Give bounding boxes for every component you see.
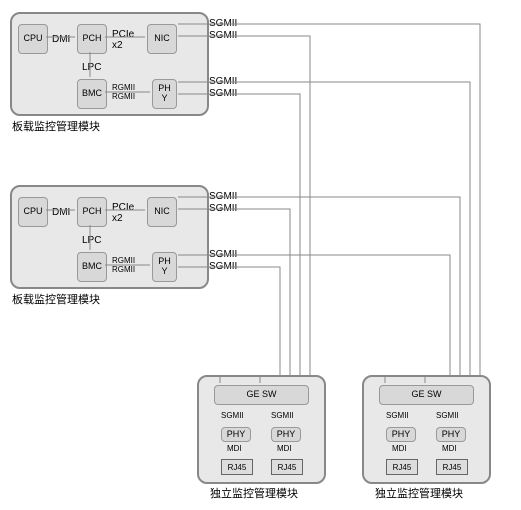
ge-sw-chip-2: GE SW: [379, 385, 474, 405]
cpu-chip: CPU: [18, 24, 48, 54]
phy-r-2: PHY: [436, 427, 466, 442]
board2-sgmii-bot1: SGMII: [209, 249, 237, 260]
rj45-r-1: RJ45: [271, 459, 303, 475]
mdi-r-2: MDI: [442, 445, 457, 454]
switch-module-1: GE SW SGMII SGMII PHY PHY MDI MDI RJ45 R…: [197, 375, 326, 484]
board1-sgmii-bot2: SGMII: [209, 88, 237, 99]
switch-2-caption: 独立监控管理模块: [375, 485, 463, 501]
board-module-1: CPU DMI PCH PCIe x2 NIC LPC BMC RGMII RG…: [10, 12, 209, 116]
phy-r-1: PHY: [271, 427, 301, 442]
cpu-chip-2: CPU: [18, 197, 48, 227]
ge-sw-chip-1: GE SW: [214, 385, 309, 405]
rgmii-label-2: RGMII RGMII: [112, 257, 135, 275]
mdi-l-1: MDI: [227, 445, 242, 454]
rj45-l-1: RJ45: [221, 459, 253, 475]
bmc-chip: BMC: [77, 79, 107, 109]
board-2-caption: 板载监控管理模块: [12, 291, 100, 307]
board1-sgmii-top2: SGMII: [209, 30, 237, 41]
sgmii-r-1: SGMII: [271, 412, 294, 421]
rj45-l-2: RJ45: [386, 459, 418, 475]
phy-l-2: PHY: [386, 427, 416, 442]
mdi-r-1: MDI: [277, 445, 292, 454]
rj45-r-2: RJ45: [436, 459, 468, 475]
board2-sgmii-top2: SGMII: [209, 203, 237, 214]
pch-chip-2: PCH: [77, 197, 107, 227]
lpc-label: LPC: [82, 62, 101, 73]
sgmii-l-2: SGMII: [386, 412, 409, 421]
nic-chip-2: NIC: [147, 197, 177, 227]
rgmii-label: RGMII RGMII: [112, 84, 135, 102]
board-1-caption: 板载监控管理模块: [12, 118, 100, 134]
pcie-label: PCIe x2: [112, 29, 134, 51]
dmi-label-2: DMI: [52, 207, 70, 218]
phy-l-1: PHY: [221, 427, 251, 442]
pch-chip: PCH: [77, 24, 107, 54]
lpc-label-2: LPC: [82, 235, 101, 246]
sgmii-r-2: SGMII: [436, 412, 459, 421]
pcie-label-2: PCIe x2: [112, 202, 134, 224]
board2-sgmii-top1: SGMII: [209, 191, 237, 202]
dmi-label: DMI: [52, 34, 70, 45]
board-module-2: CPU DMI PCH PCIe x2 NIC LPC BMC RGMII RG…: [10, 185, 209, 289]
switch-module-2: GE SW SGMII SGMII PHY PHY MDI MDI RJ45 R…: [362, 375, 491, 484]
phy-chip-2: PH Y: [152, 252, 177, 282]
phy-chip: PH Y: [152, 79, 177, 109]
bmc-chip-2: BMC: [77, 252, 107, 282]
switch-1-caption: 独立监控管理模块: [210, 485, 298, 501]
nic-chip: NIC: [147, 24, 177, 54]
board2-sgmii-bot2: SGMII: [209, 261, 237, 272]
sgmii-l-1: SGMII: [221, 412, 244, 421]
mdi-l-2: MDI: [392, 445, 407, 454]
board1-sgmii-bot1: SGMII: [209, 76, 237, 87]
board1-sgmii-top1: SGMII: [209, 18, 237, 29]
